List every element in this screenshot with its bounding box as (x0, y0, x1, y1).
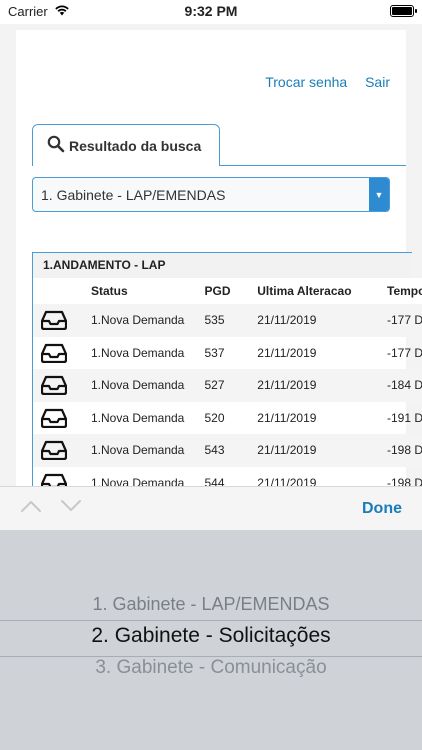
table-row[interactable]: 1.Nova Demanda 537 21/11/2019 -177 Di (33, 337, 422, 370)
cell-status: 1.Nova Demanda (76, 304, 205, 337)
column-header-status[interactable]: Status (76, 278, 205, 304)
cell-pgd: 543 (204, 434, 258, 467)
table-header-row: Status PGD Ultima Alteracao Tempo (33, 278, 422, 304)
column-header-pgd[interactable]: PGD (204, 278, 258, 304)
cell-pgd: 537 (204, 345, 225, 360)
cell-pgd: 535 (204, 304, 258, 337)
table-row[interactable]: 1.Nova Demanda 543 21/11/2019 -198 Di (33, 434, 422, 467)
status-bar: Carrier 9:32 PM (0, 0, 422, 24)
cell-date: 21/11/2019 (257, 410, 317, 425)
icon-column-header (33, 278, 77, 304)
clock: 9:32 PM (184, 3, 238, 19)
change-password-link[interactable]: Trocar senha (265, 74, 347, 90)
table-row[interactable]: 1.Nova Demanda 544 21/11/2019 -198 Di (33, 467, 422, 486)
logout-link[interactable]: Sair (365, 74, 390, 90)
column-header-last-change[interactable]: Ultima Alteracao (257, 278, 387, 304)
cell-date: 21/11/2019 (257, 475, 317, 486)
keyboard-accessory-bar: Done (0, 486, 422, 530)
demands-table: Status PGD Ultima Alteracao Tempo 1.Nova… (33, 278, 422, 486)
cell-tempo: -184 Di (387, 369, 422, 402)
picker-option[interactable]: 1. Gabinete - LAP/EMENDAS (0, 594, 422, 615)
selection-indicator-top (0, 620, 422, 621)
web-view: Trocar senha Sair Resultado da busca 1. … (0, 24, 422, 486)
cell-date: 21/11/2019 (257, 369, 387, 402)
picker-option-selected[interactable]: 2. Gabinete - Solicitações (0, 624, 422, 648)
inbox-icon (33, 434, 77, 467)
table-row[interactable]: 1.Nova Demanda 520 21/11/2019 -191 Di (33, 402, 422, 435)
search-icon (47, 135, 65, 156)
gabinete-select[interactable]: 1. Gabinete - LAP/EMENDAS ▼ (32, 177, 390, 212)
cell-status: 1.Nova Demanda (90, 345, 185, 360)
cell-date: 21/11/2019 (257, 345, 317, 360)
picker-option[interactable]: 3. Gabinete - Comunicação (0, 657, 422, 679)
tab-search-results[interactable]: Resultado da busca (32, 124, 220, 166)
previous-field-chevron-up-icon[interactable] (20, 499, 42, 518)
cell-pgd: 520 (204, 410, 225, 425)
cell-date: 21/11/2019 (257, 434, 387, 467)
tab-divider (220, 165, 406, 166)
picker-wheel[interactable]: 1. Gabinete - LAP/EMENDAS 2. Gabinete - … (0, 530, 422, 750)
next-field-chevron-down-icon[interactable] (60, 499, 82, 518)
cell-tempo: -191 Di (387, 410, 422, 425)
cell-pgd: 527 (204, 369, 258, 402)
inbox-icon (33, 304, 77, 337)
cell-status: 1.Nova Demanda (90, 410, 185, 425)
inbox-icon (33, 467, 77, 486)
battery-icon (390, 5, 417, 17)
cell-status: 1.Nova Demanda (76, 434, 205, 467)
table-row[interactable]: 1.Nova Demanda 535 21/11/2019 -177 Di (33, 304, 422, 337)
inbox-icon (33, 337, 77, 370)
tab-label: Resultado da busca (69, 137, 202, 154)
inbox-icon (33, 369, 77, 402)
panel-title: 1.ANDAMENTO - LAP (33, 253, 412, 278)
andamento-panel: 1.ANDAMENTO - LAP Status PGD Ultima Alte… (32, 252, 422, 486)
cell-tempo: -177 Di (387, 304, 422, 337)
column-header-tempo[interactable]: Tempo (387, 278, 422, 304)
done-button[interactable]: Done (362, 500, 402, 518)
cell-status: 1.Nova Demanda (76, 369, 205, 402)
cell-date: 21/11/2019 (257, 304, 387, 337)
dropdown-arrow-icon: ▼ (369, 178, 389, 211)
cell-tempo: -198 Di (387, 434, 422, 467)
select-value: 1. Gabinete - LAP/EMENDAS (41, 186, 226, 203)
table-row[interactable]: 1.Nova Demanda 527 21/11/2019 -184 Di (33, 369, 422, 402)
content-card: Trocar senha Sair Resultado da busca 1. … (16, 30, 422, 486)
inbox-icon (33, 402, 77, 435)
cell-tempo: -198 Di (387, 475, 422, 486)
cell-pgd: 544 (204, 475, 225, 486)
cell-tempo: -177 Di (387, 345, 422, 360)
header-links: Trocar senha Sair (251, 74, 390, 90)
cell-status: 1.Nova Demanda (90, 475, 185, 486)
